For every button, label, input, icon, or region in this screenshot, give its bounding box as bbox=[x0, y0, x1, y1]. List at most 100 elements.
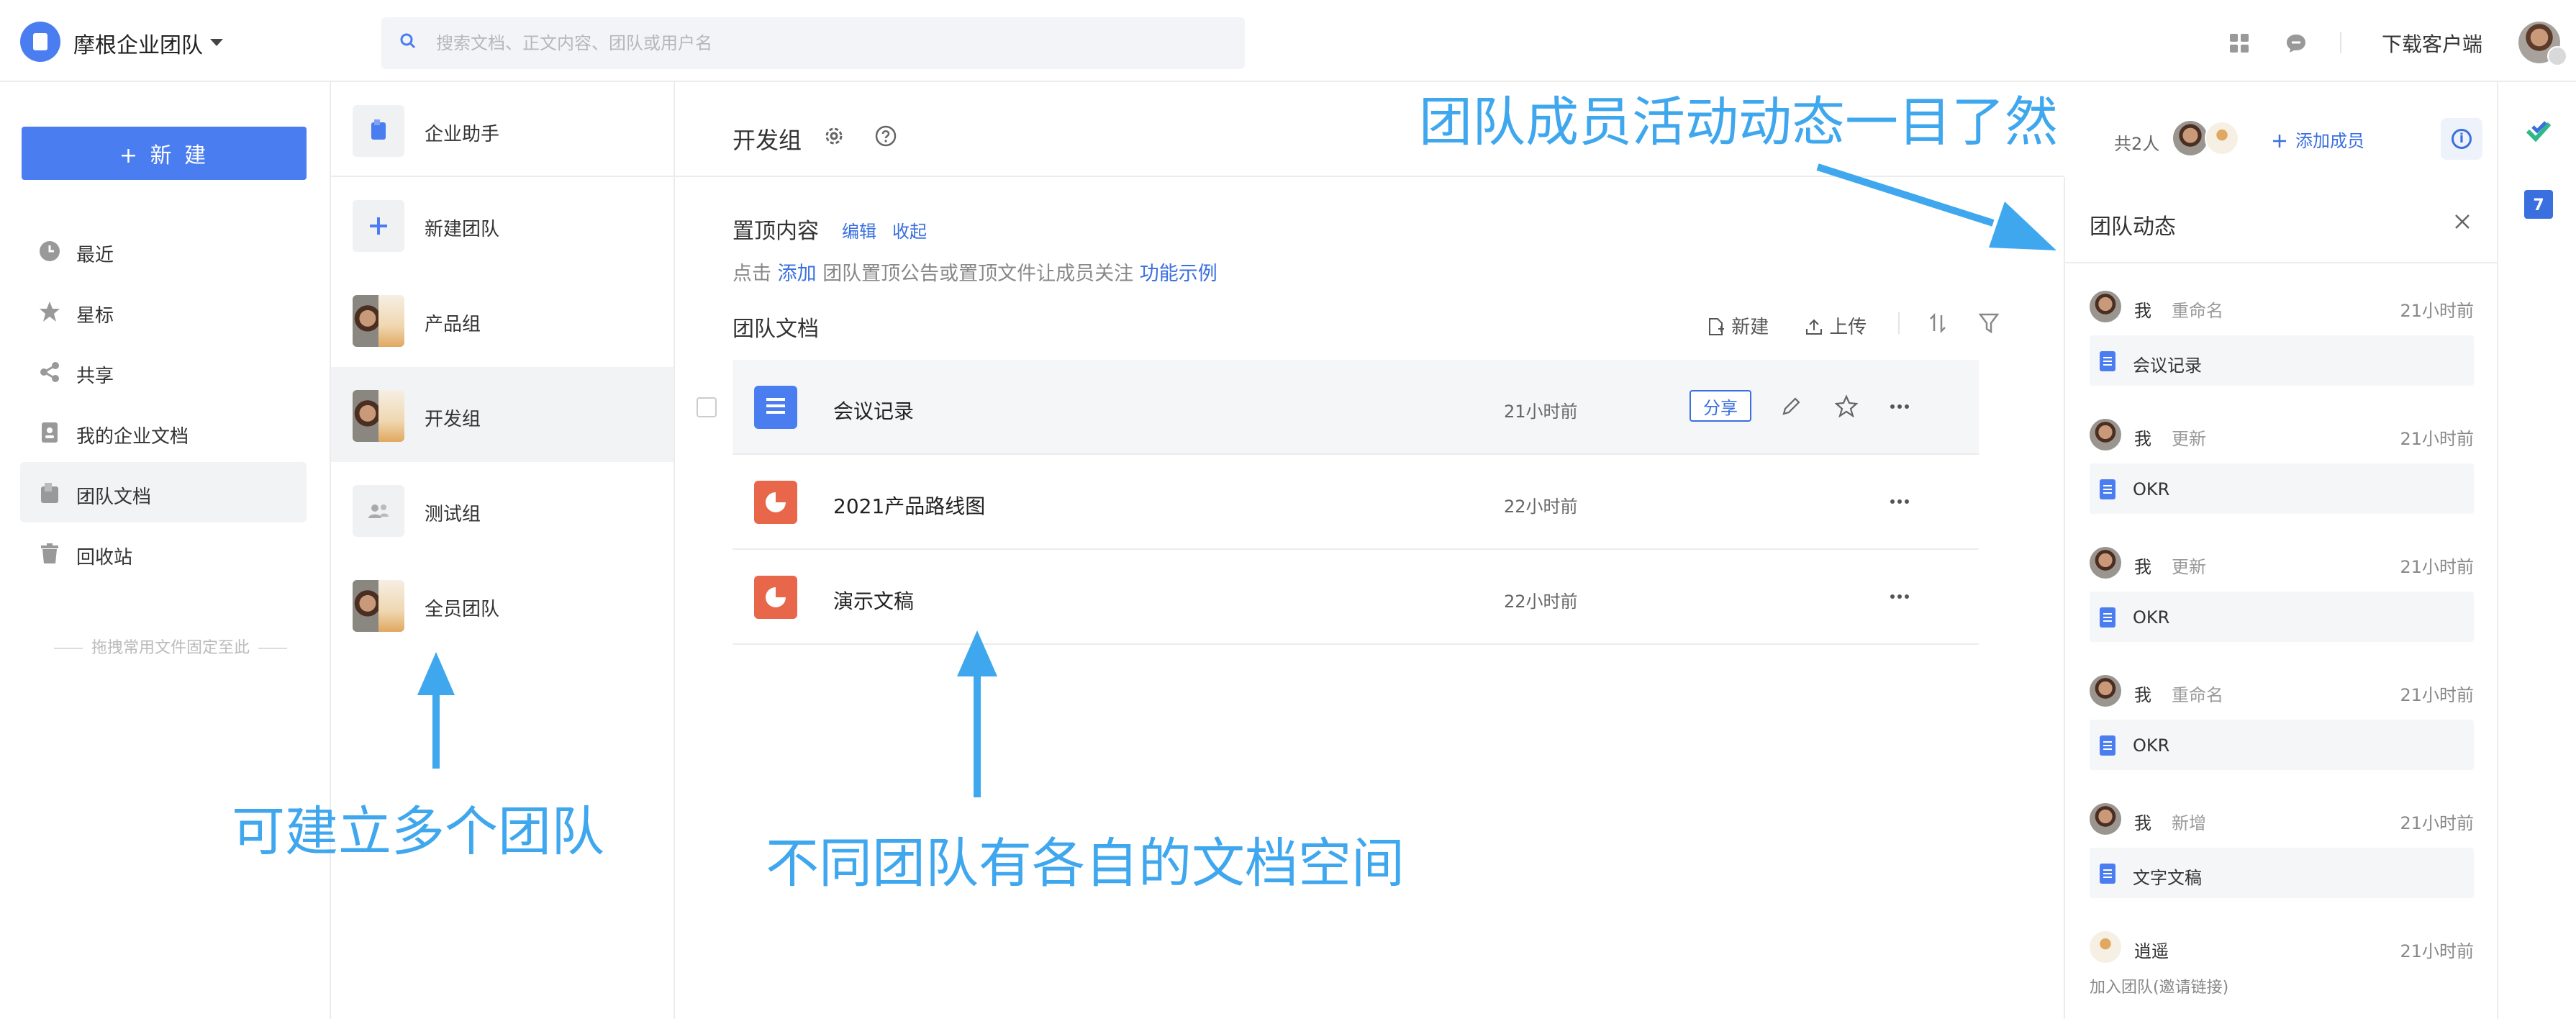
team-item-label: 全员团队 bbox=[425, 599, 500, 620]
activity-file[interactable]: OKR bbox=[2090, 720, 2474, 770]
nav-item-shared[interactable]: 共享 bbox=[20, 341, 307, 402]
feature-example-link[interactable]: 功能示例 bbox=[1140, 263, 1217, 285]
toolbar-divider bbox=[1898, 312, 1900, 334]
more-icon[interactable] bbox=[1888, 396, 1911, 417]
activity-file[interactable]: OKR bbox=[2090, 463, 2474, 514]
activity-file[interactable]: OKR bbox=[2090, 592, 2474, 642]
add-member-label: 添加成员 bbox=[2295, 131, 2364, 151]
table-row[interactable]: 会议记录 21小时前 分享 bbox=[697, 360, 1979, 455]
upload-label: 上传 bbox=[1829, 317, 1867, 338]
nav-item-label: 星标 bbox=[76, 305, 114, 327]
trash-icon bbox=[41, 543, 58, 563]
activity-action: 更新 bbox=[2172, 557, 2206, 577]
team-doc-icon bbox=[41, 483, 58, 503]
pinned-title: 置顶内容 bbox=[733, 219, 819, 244]
search-input[interactable] bbox=[381, 17, 1245, 69]
row-checkbox[interactable] bbox=[697, 397, 717, 417]
pinned-collapse-link[interactable]: 收起 bbox=[892, 217, 927, 243]
activity-file[interactable]: 会议记录 bbox=[2090, 335, 2474, 386]
team-switcher-label[interactable]: 摩根企业团队 bbox=[73, 27, 203, 59]
checkmark-icon[interactable] bbox=[2524, 117, 2553, 145]
activity-file[interactable]: 文字文稿 bbox=[2090, 848, 2474, 898]
pinned-edit-link[interactable]: 编辑 bbox=[842, 217, 876, 243]
nav-item-starred[interactable]: 星标 bbox=[20, 281, 307, 341]
plus-icon bbox=[2273, 135, 2286, 148]
new-button[interactable]: + 新 建 bbox=[22, 127, 307, 180]
info-button[interactable]: i bbox=[2441, 118, 2482, 160]
pinned-hint-prefix: 点击 bbox=[733, 263, 771, 285]
nav-item-team-docs[interactable]: 团队文档 bbox=[20, 462, 307, 522]
team-item-label: 企业助手 bbox=[425, 124, 500, 145]
new-doc-button[interactable]: 新建 bbox=[1707, 312, 1769, 339]
caret-down-icon[interactable] bbox=[210, 39, 223, 46]
doc-time: 22小时前 bbox=[1504, 592, 1578, 612]
share-icon bbox=[40, 362, 59, 382]
doc-name[interactable]: 2021产品路线图 bbox=[833, 491, 985, 520]
team-item-label: 产品组 bbox=[425, 314, 481, 335]
sort-icon[interactable] bbox=[1927, 312, 1949, 334]
avatar bbox=[2090, 675, 2121, 707]
share-button[interactable]: 分享 bbox=[1690, 390, 1751, 422]
doc-name[interactable]: 演示文稿 bbox=[833, 586, 914, 615]
close-icon[interactable] bbox=[2452, 212, 2472, 232]
calendar-icon[interactable]: 7 bbox=[2524, 190, 2553, 219]
team-logo[interactable] bbox=[20, 22, 60, 62]
team-item-new[interactable]: 新建团队 bbox=[331, 177, 674, 272]
team-item-label: 测试组 bbox=[425, 504, 481, 525]
star-outline-icon[interactable] bbox=[1835, 394, 1858, 417]
doc-file-icon bbox=[2100, 479, 2115, 499]
pinned-hint-text: 团队置顶公告或置顶文件让成员关注 bbox=[822, 263, 1134, 285]
doc-file-icon bbox=[2100, 351, 2115, 371]
upload-button[interactable]: 上传 bbox=[1805, 312, 1867, 339]
member-avatar[interactable] bbox=[2173, 121, 2208, 155]
activity-panel: 团队动态 我 重命名 21小时前 会议记录 我 更新 21小时前 OKR 我 更… bbox=[2064, 177, 2497, 1019]
doc-file-icon bbox=[2100, 607, 2115, 628]
table-row[interactable]: 2021产品路线图 22小时前 bbox=[733, 455, 1979, 550]
table-row[interactable]: 演示文稿 22小时前 bbox=[733, 550, 1979, 645]
team-avatar bbox=[353, 580, 404, 632]
search-icon bbox=[400, 33, 416, 49]
nav-item-enterprise-docs[interactable]: 我的企业文档 bbox=[20, 402, 307, 462]
activity-action: 重命名 bbox=[2172, 301, 2223, 321]
filter-icon[interactable] bbox=[1979, 312, 1999, 334]
nav-item-label: 我的企业文档 bbox=[76, 426, 189, 448]
chat-icon[interactable] bbox=[2285, 33, 2307, 53]
left-nav: + 新 建 最近 星标 共享 我的企业文档 团队文档 回收站 拖拽常用文件固定至… bbox=[0, 82, 331, 1019]
team-item-test[interactable]: 测试组 bbox=[331, 462, 674, 557]
team-item-assistant[interactable]: 企业助手 bbox=[331, 82, 674, 177]
add-member-button[interactable]: 添加成员 bbox=[2271, 127, 2364, 152]
pinned-add-link[interactable]: 添加 bbox=[778, 263, 817, 285]
top-bar: 摩根企业团队 下载客户端 bbox=[0, 0, 2576, 82]
right-rail: 7 bbox=[2497, 82, 2576, 1019]
avatar bbox=[2090, 291, 2121, 322]
team-item-product[interactable]: 产品组 bbox=[331, 272, 674, 367]
download-client-link[interactable]: 下载客户端 bbox=[2382, 29, 2482, 58]
member-avatar[interactable] bbox=[2205, 121, 2239, 155]
pin-hint: 拖拽常用文件固定至此 bbox=[37, 635, 304, 658]
more-icon[interactable] bbox=[1888, 586, 1911, 607]
activity-action: 新增 bbox=[2172, 813, 2206, 833]
team-item-all[interactable]: 全员团队 bbox=[331, 557, 674, 652]
nav-item-recent[interactable]: 最近 bbox=[20, 220, 307, 281]
topbar-divider bbox=[2340, 32, 2341, 53]
apps-grid-icon[interactable] bbox=[2229, 33, 2249, 53]
help-icon[interactable] bbox=[875, 125, 897, 147]
team-item-dev[interactable]: 开发组 bbox=[331, 367, 674, 462]
activity-time: 21小时前 bbox=[2400, 301, 2474, 321]
avatar bbox=[2090, 803, 2121, 835]
group-icon bbox=[353, 485, 404, 537]
activity-action: 更新 bbox=[2172, 429, 2206, 449]
page-title: 开发组 bbox=[733, 127, 802, 154]
nav-item-label: 团队文档 bbox=[76, 486, 152, 508]
team-item-label: 新建团队 bbox=[425, 219, 500, 240]
doc-name[interactable]: 会议记录 bbox=[833, 396, 914, 425]
member-count: 共2人 bbox=[2114, 134, 2160, 154]
gear-icon[interactable] bbox=[823, 125, 845, 147]
nav-item-label: 共享 bbox=[76, 366, 114, 387]
enterprise-assistant-icon bbox=[353, 105, 404, 157]
annotation-activity: 团队成员活动动态一目了然 bbox=[1419, 91, 2058, 153]
activity-time: 21小时前 bbox=[2400, 941, 2474, 961]
more-icon[interactable] bbox=[1888, 491, 1911, 512]
pencil-icon[interactable] bbox=[1780, 396, 1802, 417]
nav-item-trash[interactable]: 回收站 bbox=[20, 522, 307, 583]
